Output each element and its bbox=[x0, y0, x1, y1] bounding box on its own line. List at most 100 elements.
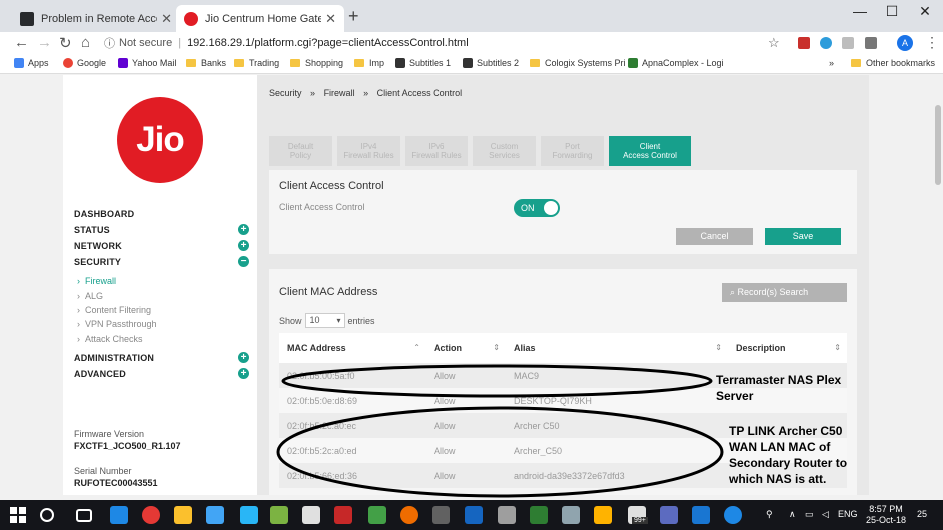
entries-select[interactable]: 10 ▾ bbox=[304, 313, 345, 328]
subnav-vpn-passthrough[interactable]: › VPN Passthrough bbox=[77, 319, 157, 329]
tab-plex[interactable]: Problem in Remote Access - Plex ✕ bbox=[12, 5, 180, 32]
nav-administration[interactable]: ADMINISTRATION bbox=[74, 353, 154, 363]
bookmark-star-icon[interactable]: ☆ bbox=[768, 35, 780, 51]
extension-icon[interactable] bbox=[865, 37, 877, 49]
maximize-icon[interactable]: ☐ bbox=[877, 3, 907, 20]
windows-start-icon[interactable] bbox=[10, 507, 26, 523]
bookmark-google[interactable]: Google bbox=[63, 58, 106, 68]
tab-default-policy[interactable]: Default Policy bbox=[269, 136, 332, 166]
address-bar[interactable]: ⓘ Not secure | 192.168.29.1/platform.cgi… bbox=[104, 34, 788, 52]
bookmark-cologix[interactable]: Cologix Systems Pri bbox=[530, 58, 626, 68]
task-view-icon[interactable] bbox=[76, 509, 92, 522]
nav-status[interactable]: STATUS bbox=[74, 225, 110, 235]
tab-client-access-control[interactable]: Client Access Control bbox=[609, 136, 691, 166]
app-icon[interactable] bbox=[302, 506, 320, 524]
page-scrollbar[interactable] bbox=[933, 75, 943, 495]
extension-icon[interactable] bbox=[842, 37, 854, 49]
nav-network[interactable]: NETWORK bbox=[74, 241, 122, 251]
subnav-firewall[interactable]: › Firewall bbox=[77, 276, 116, 286]
app-icon[interactable] bbox=[400, 506, 418, 524]
people-icon[interactable]: ⚲ bbox=[766, 509, 773, 520]
expand-icon[interactable]: + bbox=[238, 368, 249, 379]
app-icon[interactable] bbox=[270, 506, 288, 524]
sort-icon[interactable]: ⇕ bbox=[834, 333, 841, 363]
chrome-icon[interactable] bbox=[142, 506, 160, 524]
edge-icon[interactable] bbox=[724, 506, 742, 524]
close-window-icon[interactable]: ✕ bbox=[910, 3, 940, 20]
subnav-content-filtering[interactable]: › Content Filtering bbox=[77, 305, 151, 315]
scrollbar-thumb[interactable] bbox=[935, 105, 941, 185]
crumb-security[interactable]: Security bbox=[269, 88, 302, 98]
back-icon[interactable]: ← bbox=[14, 34, 29, 51]
calculator-icon[interactable] bbox=[498, 506, 516, 524]
bookmark-imp[interactable]: Imp bbox=[354, 58, 384, 68]
bookmark-apnacomplex[interactable]: ApnaComplex - Logi bbox=[628, 58, 724, 68]
tab-close-icon[interactable]: ✕ bbox=[325, 11, 336, 27]
col-mac[interactable]: MAC Address ⌃ bbox=[279, 333, 426, 363]
col-action[interactable]: Action ⇕ bbox=[426, 333, 506, 363]
app-icon[interactable] bbox=[432, 506, 450, 524]
nav-security[interactable]: SECURITY bbox=[74, 257, 121, 267]
save-button[interactable]: Save bbox=[765, 228, 841, 245]
clock[interactable]: 8:57 PM 25-Oct-18 bbox=[866, 504, 906, 526]
bookmark-subtitles2[interactable]: Subtitles 2 bbox=[463, 58, 519, 68]
sort-icon[interactable]: ⇕ bbox=[715, 333, 722, 363]
chevron-up-icon[interactable]: ∧ bbox=[789, 509, 796, 520]
app-icon[interactable] bbox=[334, 506, 352, 524]
new-tab-icon[interactable]: + bbox=[348, 6, 359, 27]
tab-jio[interactable]: Jio Centrum Home Gateway : ✕ bbox=[176, 5, 344, 32]
forward-icon[interactable]: → bbox=[37, 34, 52, 51]
subnav-attack-checks[interactable]: › Attack Checks bbox=[77, 334, 143, 344]
bookmark-shopping[interactable]: Shopping bbox=[290, 58, 343, 68]
tab-custom-services[interactable]: Custom Services bbox=[473, 136, 536, 166]
volume-icon[interactable]: ◁ bbox=[822, 509, 829, 520]
tab-close-icon[interactable]: ✕ bbox=[161, 11, 172, 27]
col-description[interactable]: Description ⇕ bbox=[728, 333, 847, 363]
explorer-icon[interactable] bbox=[174, 506, 192, 524]
app-icon[interactable] bbox=[660, 506, 678, 524]
app-icon[interactable] bbox=[692, 506, 710, 524]
sort-asc-icon[interactable]: ⌃ bbox=[413, 333, 420, 363]
record-search-input[interactable]: ⌕ Record(s) Search bbox=[722, 283, 847, 302]
sort-icon[interactable]: ⇕ bbox=[493, 333, 500, 363]
excel-icon[interactable] bbox=[530, 506, 548, 524]
subnav-alg[interactable]: › ALG bbox=[77, 291, 103, 301]
cancel-button[interactable]: Cancel bbox=[676, 228, 753, 245]
collapse-icon[interactable]: − bbox=[238, 256, 249, 267]
tab-port-forwarding[interactable]: Port Forwarding bbox=[541, 136, 604, 166]
network-icon[interactable]: ▭ bbox=[805, 509, 814, 520]
language-indicator[interactable]: ENG bbox=[838, 509, 858, 519]
nav-advanced[interactable]: ADVANCED bbox=[74, 369, 126, 379]
menu-icon[interactable]: ⋮ bbox=[925, 34, 939, 51]
info-icon[interactable]: ⓘ bbox=[104, 35, 115, 51]
tab-ipv4-firewall[interactable]: IPv4 Firewall Rules bbox=[337, 136, 400, 166]
expand-icon[interactable]: + bbox=[238, 224, 249, 235]
app-icon[interactable] bbox=[562, 506, 580, 524]
bookmarks-overflow[interactable]: » bbox=[829, 58, 834, 68]
crumb-firewall[interactable]: Firewall bbox=[324, 88, 355, 98]
extension-icon[interactable] bbox=[820, 37, 832, 49]
extension-icon[interactable] bbox=[798, 37, 810, 49]
app-icon[interactable] bbox=[594, 506, 612, 524]
bookmark-other[interactable]: Other bookmarks bbox=[851, 58, 935, 68]
profile-avatar[interactable]: A bbox=[897, 35, 913, 51]
app-icon[interactable] bbox=[368, 506, 386, 524]
search-icon[interactable] bbox=[40, 508, 54, 522]
expand-icon[interactable]: + bbox=[238, 240, 249, 251]
bookmark-subtitles1[interactable]: Subtitles 1 bbox=[395, 58, 451, 68]
edge-icon[interactable] bbox=[110, 506, 128, 524]
notification-icon[interactable]: 25 bbox=[917, 509, 927, 519]
store-icon[interactable] bbox=[206, 506, 224, 524]
app-icon[interactable] bbox=[240, 506, 258, 524]
bookmark-apps[interactable]: Apps bbox=[14, 58, 49, 68]
nav-dashboard[interactable]: DASHBOARD bbox=[74, 209, 134, 219]
bookmark-trading[interactable]: Trading bbox=[234, 58, 279, 68]
minimize-icon[interactable]: — bbox=[845, 3, 875, 19]
app-icon[interactable] bbox=[465, 506, 483, 524]
tab-ipv6-firewall[interactable]: IPv6 Firewall Rules bbox=[405, 136, 468, 166]
cac-toggle[interactable]: ON bbox=[514, 199, 560, 217]
bookmark-banks[interactable]: Banks bbox=[186, 58, 226, 68]
reload-icon[interactable]: ↻ bbox=[59, 34, 72, 52]
bookmark-yahoo[interactable]: Yahoo Mail bbox=[118, 58, 176, 68]
col-alias[interactable]: Alias ⇕ bbox=[506, 333, 728, 363]
